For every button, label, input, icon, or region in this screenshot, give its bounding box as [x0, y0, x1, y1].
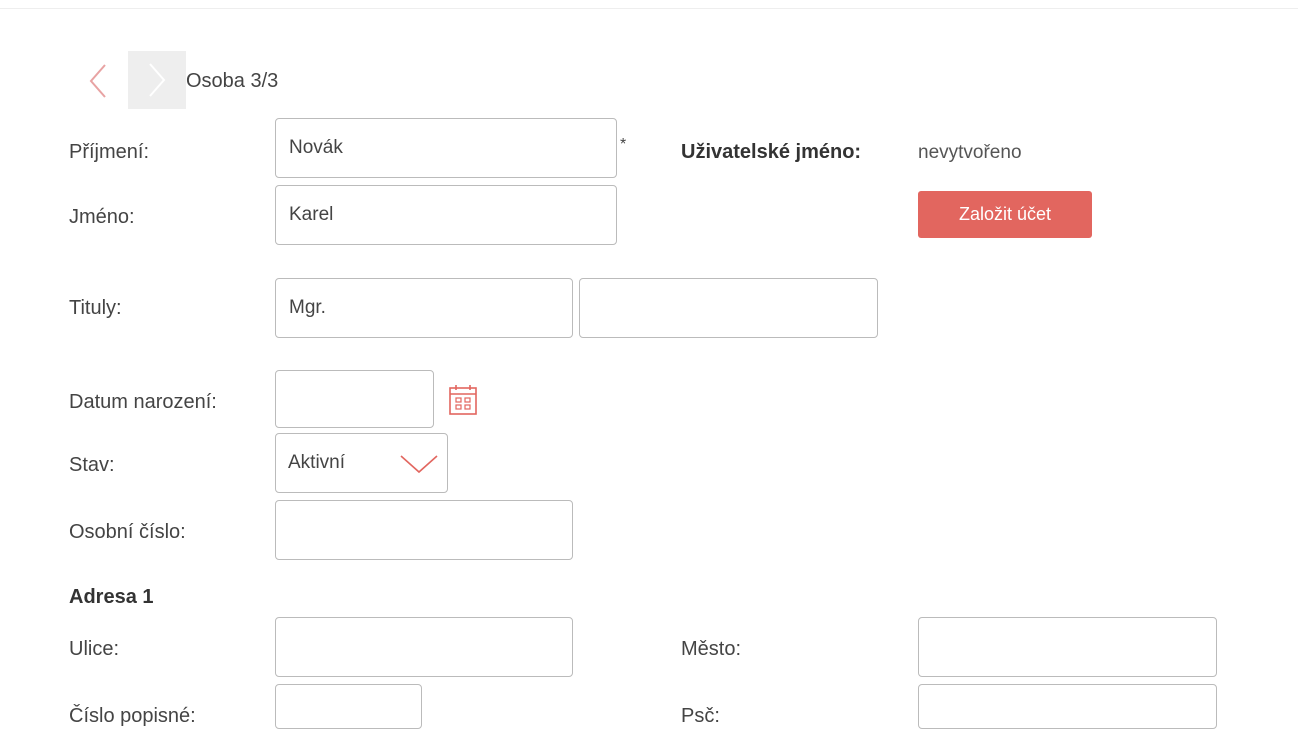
- chevron-right-icon: [149, 63, 166, 97]
- birth-date-label: Datum narození:: [69, 391, 217, 413]
- street-label: Ulice:: [69, 638, 120, 660]
- status-select[interactable]: Aktivní: [275, 433, 448, 493]
- address-section-title: Adresa 1: [69, 586, 154, 608]
- next-record-button[interactable]: [128, 51, 186, 109]
- status-selected-value: Aktivní: [288, 452, 346, 473]
- city-label: Město:: [681, 638, 742, 660]
- username-label: Uživatelské jméno:: [681, 141, 862, 163]
- top-divider: [0, 8, 1298, 9]
- calendar-icon: [449, 385, 477, 415]
- house-number-label: Číslo popisné:: [69, 705, 196, 727]
- surname-label: Příjmení:: [69, 141, 150, 163]
- birth-date-input[interactable]: [275, 370, 434, 428]
- chevron-down-icon: [400, 455, 438, 474]
- titles-label: Tituly:: [69, 297, 122, 319]
- personal-number-input[interactable]: [275, 500, 573, 560]
- house-number-input[interactable]: [275, 684, 422, 729]
- previous-record-button[interactable]: [78, 55, 118, 107]
- create-account-button[interactable]: Založit účet: [918, 191, 1092, 238]
- city-input[interactable]: [918, 617, 1217, 677]
- title-after-input[interactable]: [579, 278, 878, 338]
- username-value: nevytvořeno: [918, 142, 1022, 163]
- required-mark: *: [620, 136, 627, 153]
- date-picker-button[interactable]: [444, 381, 482, 419]
- first-name-input[interactable]: [275, 185, 617, 245]
- zip-label: Psč:: [681, 705, 720, 727]
- surname-input[interactable]: [275, 118, 617, 178]
- record-title: Osoba 3/3: [186, 70, 279, 92]
- zip-input[interactable]: [918, 684, 1217, 729]
- first-name-label: Jméno:: [69, 206, 135, 228]
- personal-number-label: Osobní číslo:: [69, 521, 186, 543]
- status-label: Stav:: [69, 454, 115, 476]
- street-input[interactable]: [275, 617, 573, 677]
- title-before-input[interactable]: [275, 278, 573, 338]
- chevron-left-icon: [89, 64, 106, 98]
